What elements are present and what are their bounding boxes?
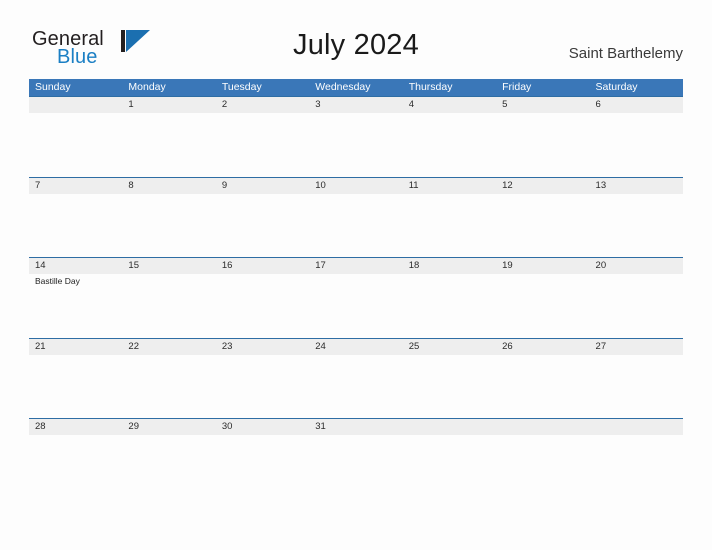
day-cell[interactable] xyxy=(29,194,122,257)
week-date-band: 14 15 16 17 18 19 20 xyxy=(29,257,683,274)
day-cell[interactable] xyxy=(403,435,496,498)
weekday-header-friday: Friday xyxy=(502,81,532,93)
day-number[interactable]: 21 xyxy=(29,339,122,355)
page-header: General Blue July 2024 Saint Barthelemy xyxy=(0,0,712,78)
day-number[interactable]: 14 xyxy=(29,258,122,274)
day-number[interactable]: 9 xyxy=(216,178,309,194)
weekday-header-row: Sunday Monday Tuesday Wednesday Thursday Frid… xyxy=(29,79,683,96)
day-number-empty xyxy=(29,97,122,113)
week-event-body xyxy=(29,435,683,498)
day-cell[interactable] xyxy=(216,355,309,418)
day-number[interactable]: 13 xyxy=(590,178,683,194)
day-cell[interactable] xyxy=(122,194,215,257)
day-number[interactable]: 20 xyxy=(590,258,683,274)
day-cell[interactable] xyxy=(29,355,122,418)
week-event-body xyxy=(29,113,683,176)
location-label: Saint Barthelemy xyxy=(568,45,683,62)
day-cell[interactable] xyxy=(216,113,309,176)
calendar-week-row: 123456 xyxy=(29,96,683,177)
weekday-header-monday: Monday xyxy=(128,81,166,93)
day-cell[interactable] xyxy=(590,435,683,498)
day-cell[interactable] xyxy=(496,113,589,176)
day-cell[interactable] xyxy=(403,274,496,337)
day-cell[interactable] xyxy=(309,194,402,257)
calendar-week-row: 21 22 23 24 25 26 27 xyxy=(29,337,683,419)
day-cell[interactable] xyxy=(309,435,402,498)
day-cell[interactable] xyxy=(122,435,215,498)
day-number[interactable]: 30 xyxy=(216,419,309,435)
day-cell[interactable] xyxy=(216,435,309,498)
day-number[interactable]: 12 xyxy=(496,178,589,194)
day-cell[interactable] xyxy=(496,274,589,337)
calendar-week-row: 7 8 9 10 11 12 13 xyxy=(29,176,683,258)
day-number[interactable]: 15 xyxy=(122,258,215,274)
week-event-body xyxy=(29,354,683,418)
day-cell[interactable] xyxy=(309,113,402,176)
day-number[interactable]: 31 xyxy=(309,419,402,435)
day-cell[interactable] xyxy=(29,435,122,498)
day-cell[interactable] xyxy=(496,194,589,257)
day-number[interactable]: 10 xyxy=(309,178,402,194)
day-number[interactable]: 5 xyxy=(496,97,589,113)
day-number[interactable]: 3 xyxy=(309,97,402,113)
day-number-empty xyxy=(590,419,683,435)
day-cell[interactable] xyxy=(590,194,683,257)
day-event-label: Bastille Day xyxy=(35,276,80,286)
day-number[interactable]: 17 xyxy=(309,258,402,274)
day-cell[interactable] xyxy=(122,274,215,337)
weekday-header-tuesday: Tuesday xyxy=(221,81,262,93)
day-cell[interactable] xyxy=(590,113,683,176)
day-number[interactable]: 22 xyxy=(122,339,215,355)
day-cell[interactable] xyxy=(496,435,589,498)
week-event-body xyxy=(29,193,683,257)
weekday-header-wednesday: Wednesday xyxy=(315,81,371,93)
day-number[interactable]: 18 xyxy=(403,258,496,274)
day-cell[interactable] xyxy=(403,355,496,418)
day-cell[interactable] xyxy=(403,194,496,257)
day-cell[interactable] xyxy=(309,355,402,418)
day-number[interactable]: 7 xyxy=(29,178,122,194)
day-cell[interactable] xyxy=(309,274,402,337)
day-number[interactable]: 11 xyxy=(403,178,496,194)
day-cell[interactable] xyxy=(216,194,309,257)
day-number[interactable]: 26 xyxy=(496,339,589,355)
calendar-page: General Blue July 2024 Saint Barthelemy … xyxy=(0,0,712,550)
calendar-grid: Sunday Monday Tuesday Wednesday Thursday Frid… xyxy=(29,79,683,499)
week-date-band: 7 8 9 10 11 12 13 xyxy=(29,176,683,194)
day-cell[interactable] xyxy=(403,113,496,176)
week-event-body: Bastille Day xyxy=(29,274,683,337)
calendar-week-row: 28 29 30 31 xyxy=(29,418,683,499)
day-number[interactable]: 16 xyxy=(216,258,309,274)
day-number[interactable]: 19 xyxy=(496,258,589,274)
calendar-weeks: 1 2 3 4 5 6 7 8 9 10 11 12 13 14 15 16 17 18 19 20 Bastille … xyxy=(29,96,683,499)
day-cell[interactable] xyxy=(590,274,683,337)
day-number[interactable]: 8 xyxy=(122,178,215,194)
day-number-empty xyxy=(496,419,589,435)
day-number[interactable]: 1 xyxy=(122,97,215,113)
day-number-empty xyxy=(403,419,496,435)
day-cell[interactable] xyxy=(122,113,215,176)
day-cell[interactable] xyxy=(29,113,122,176)
day-number[interactable]: 29 xyxy=(122,419,215,435)
day-number[interactable]: 6 xyxy=(590,97,683,113)
week-date-band: 28 29 30 31 xyxy=(29,418,683,435)
day-number[interactable]: 2 xyxy=(216,97,309,113)
calendar-week-row: 14 15 16 17 18 19 20 Bastille Day xyxy=(29,257,683,338)
day-number[interactable]: 27 xyxy=(590,339,683,355)
day-number[interactable]: 23 xyxy=(216,339,309,355)
day-cell[interactable] xyxy=(122,355,215,418)
weekday-header-sunday: Sunday xyxy=(35,81,71,93)
week-date-band: 21 22 23 24 25 26 27 xyxy=(29,337,683,355)
day-cell[interactable] xyxy=(590,355,683,418)
day-cell[interactable]: Bastille Day xyxy=(29,274,122,337)
weekday-header-saturday: Saturday xyxy=(595,81,638,93)
day-number[interactable]: 25 xyxy=(403,339,496,355)
week-date-band: 123456 xyxy=(29,96,683,113)
day-cell[interactable] xyxy=(496,355,589,418)
day-number[interactable]: 28 xyxy=(29,419,122,435)
weekday-header-thursday: Thursday xyxy=(408,81,453,93)
day-number[interactable]: 4 xyxy=(403,97,496,113)
day-number[interactable]: 24 xyxy=(309,339,402,355)
day-cell[interactable] xyxy=(216,274,309,337)
